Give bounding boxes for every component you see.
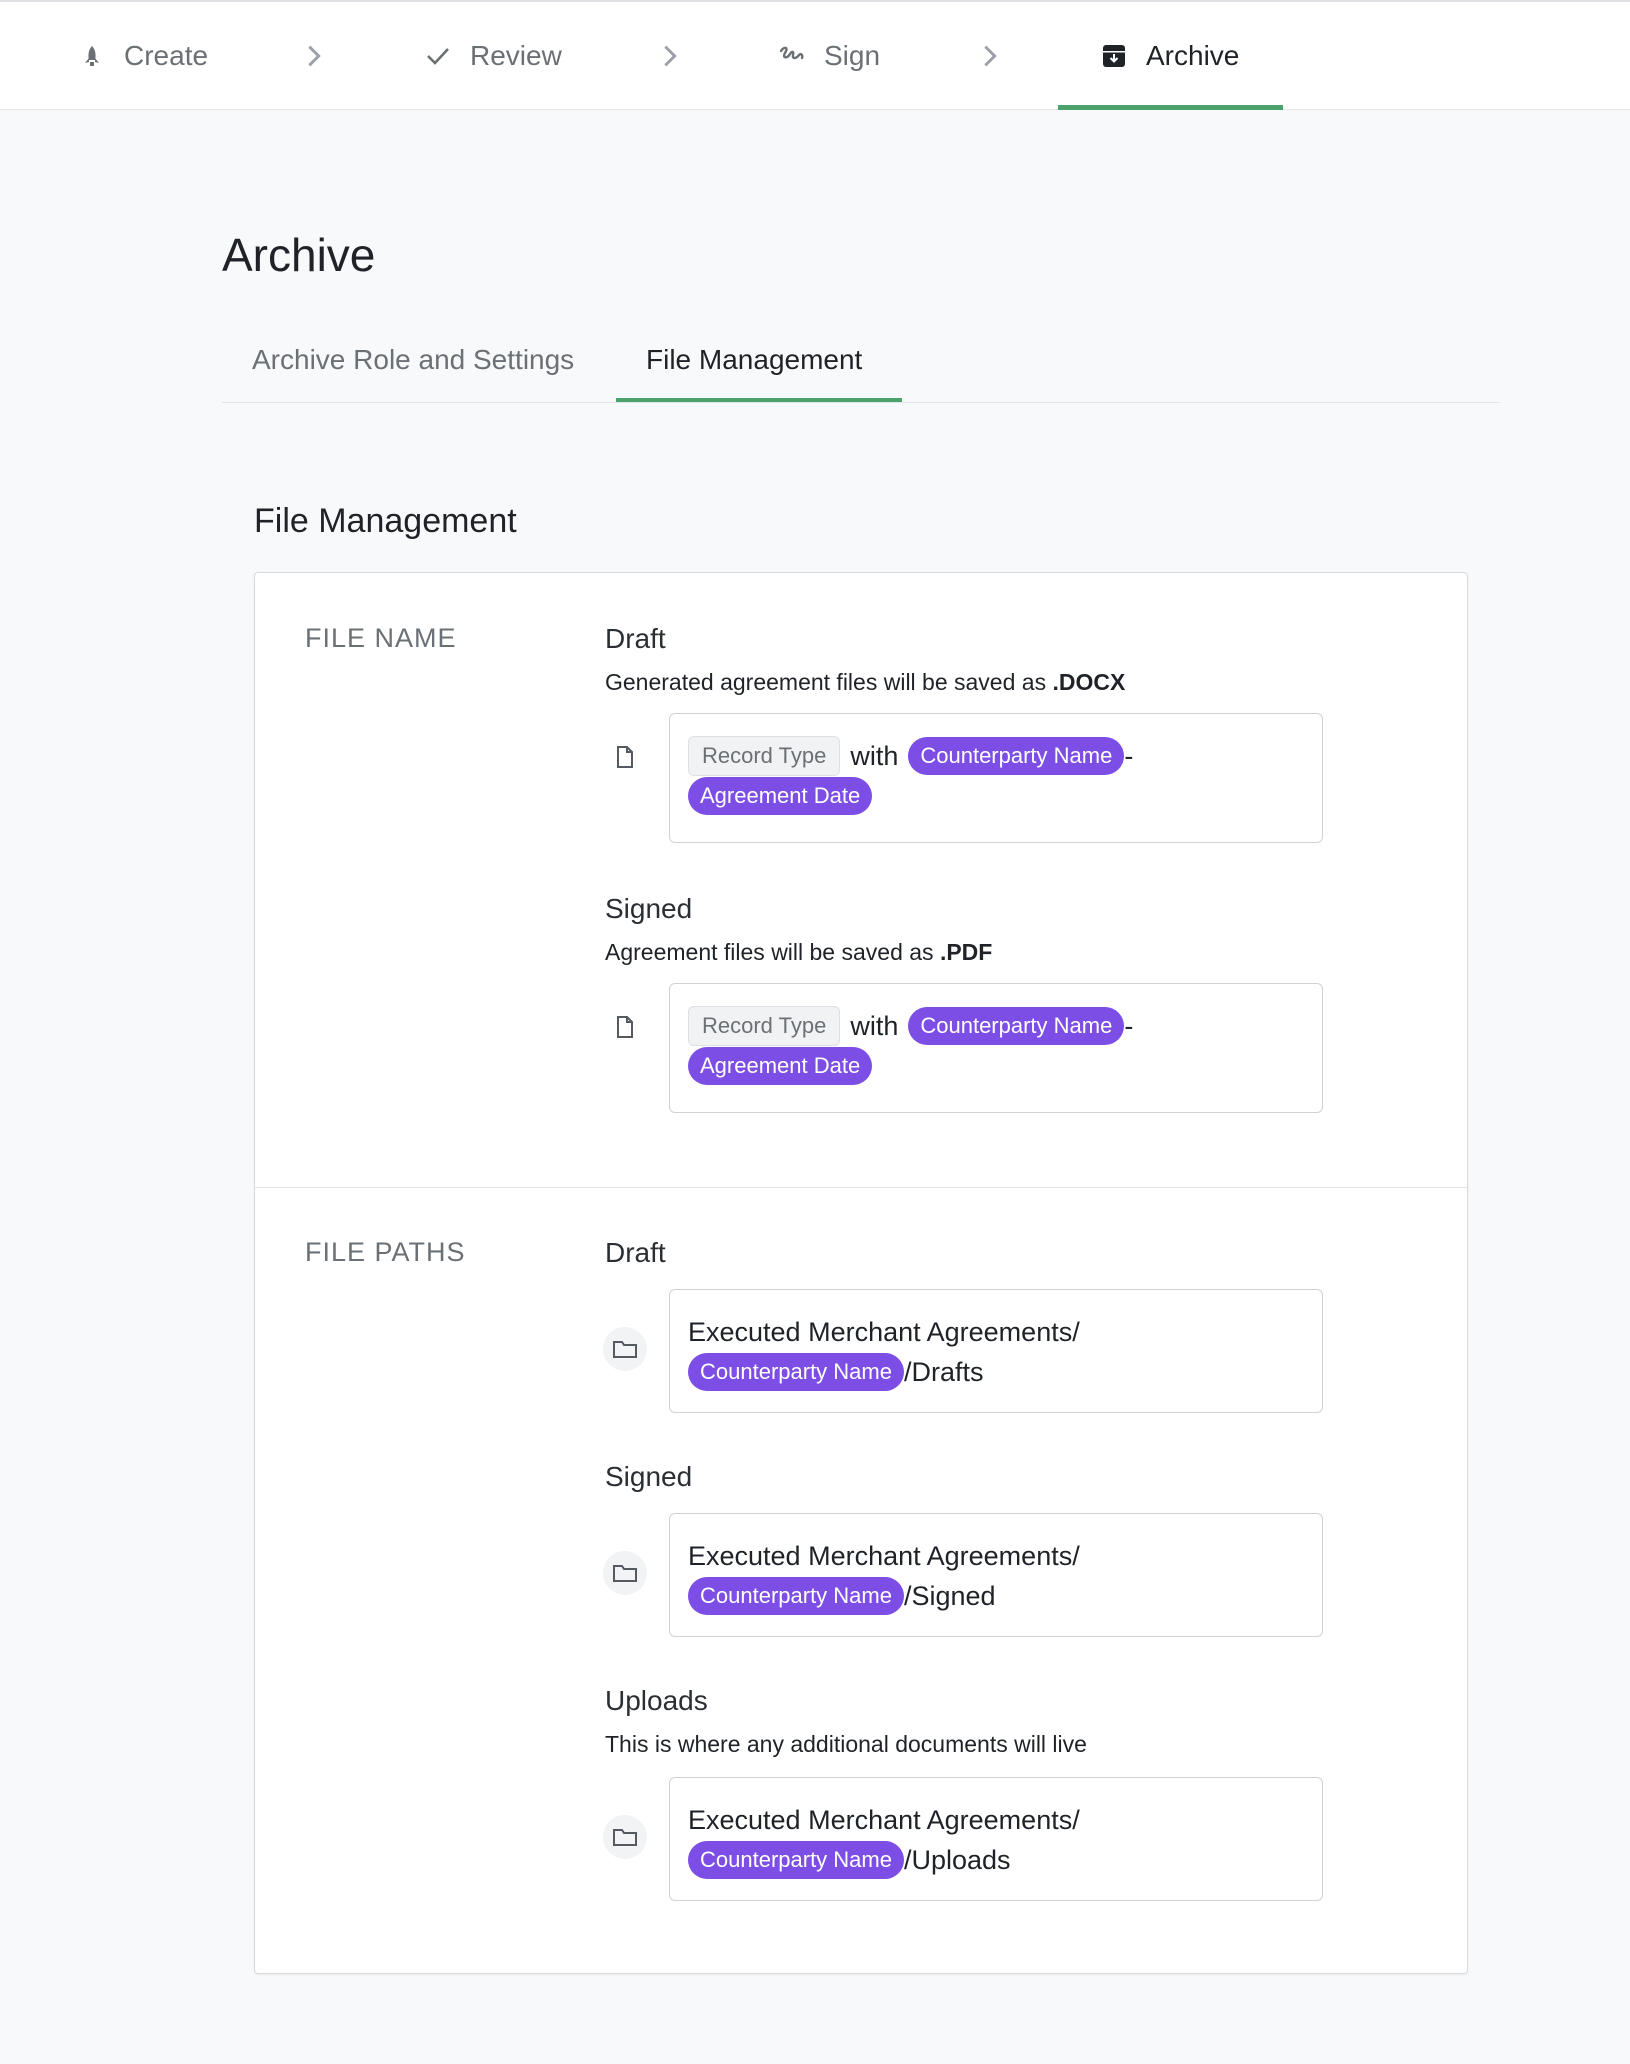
folder-icon (603, 1551, 647, 1595)
with-text: with (850, 740, 899, 771)
file-management-card: FILE NAME Draft Generated agreement file… (254, 572, 1468, 1974)
file-icon (603, 1005, 647, 1049)
step-create[interactable]: Create (76, 2, 208, 110)
path-line: Executed Merchant Agreements/ (688, 1536, 1304, 1576)
tab-archive-role-settings[interactable]: Archive Role and Settings (252, 340, 574, 402)
section-title: File Management (254, 502, 517, 540)
step-navigation: Create Review Sign Archive (0, 0, 1630, 110)
file-name-group-label: FILE NAME (305, 623, 457, 653)
folder-icon (603, 1815, 647, 1859)
folder-icon (603, 1327, 647, 1371)
path-line: Counterparty Name /Drafts (688, 1352, 1304, 1392)
record-type-token[interactable]: Record Type (688, 736, 841, 776)
draft-path-pattern[interactable]: Executed Merchant Agreements/ Counterpar… (669, 1289, 1323, 1413)
active-tab-indicator (616, 398, 902, 402)
description-text: Generated agreement files will be saved … (605, 669, 1047, 695)
chevron-right-icon (308, 45, 321, 67)
counterparty-name-token[interactable]: Counterparty Name (908, 1007, 1125, 1045)
tab-file-management[interactable]: File Management (646, 340, 862, 402)
draft-path-title: Draft (605, 1237, 666, 1268)
signed-filename-pattern[interactable]: Record Type with Counterparty Name - Agr… (669, 983, 1323, 1113)
path-prefix: Executed Merchant Agreements/ (688, 1316, 1080, 1347)
description-text: Agreement files will be saved as (605, 939, 934, 965)
path-prefix: Executed Merchant Agreements/ (688, 1804, 1080, 1835)
counterparty-name-token[interactable]: Counterparty Name (688, 1841, 904, 1879)
path-line: Counterparty Name /Signed (688, 1576, 1304, 1616)
signed-path-pattern[interactable]: Executed Merchant Agreements/ Counterpar… (669, 1513, 1323, 1637)
file-extension: .DOCX (1052, 669, 1126, 695)
counterparty-name-token[interactable]: Counterparty Name (688, 1577, 904, 1615)
step-label: Review (470, 40, 562, 71)
step-label: Archive (1146, 40, 1240, 71)
path-line: Executed Merchant Agreements/ (688, 1312, 1304, 1352)
step-sign[interactable]: Sign (776, 2, 880, 110)
check-icon (422, 40, 454, 72)
file-icon (603, 735, 647, 779)
step-label: Sign (824, 40, 881, 71)
dash-separator: - (1124, 740, 1134, 771)
dash-separator: - (1124, 1010, 1134, 1041)
path-line: Executed Merchant Agreements/ (688, 1800, 1304, 1840)
path-suffix: /Drafts (903, 1356, 984, 1387)
signature-icon (776, 40, 808, 72)
step-review[interactable]: Review (422, 2, 562, 110)
draft-name-description: Generated agreement files will be saved … (605, 669, 1125, 696)
file-paths-group-label: FILE PATHS (305, 1237, 466, 1267)
signed-path-title: Signed (605, 1461, 693, 1492)
uploads-path-pattern[interactable]: Executed Merchant Agreements/ Counterpar… (669, 1777, 1323, 1901)
record-type-token[interactable]: Record Type (688, 1006, 841, 1046)
pattern-line: Record Type with Counterparty Name - (688, 1006, 1304, 1046)
pattern-line: Agreement Date (688, 776, 1304, 816)
pattern-line: Record Type with Counterparty Name - (688, 736, 1304, 776)
path-suffix: /Signed (903, 1580, 996, 1611)
chevron-right-icon (664, 45, 677, 67)
counterparty-name-token[interactable]: Counterparty Name (908, 737, 1125, 775)
draft-name-title: Draft (605, 623, 666, 654)
signed-name-description: Agreement files will be saved as .PDF (605, 939, 992, 966)
uploads-path-title: Uploads (605, 1685, 708, 1716)
with-text: with (850, 1010, 899, 1041)
file-extension: .PDF (939, 939, 993, 965)
step-archive[interactable]: Archive (1098, 2, 1239, 110)
path-line: Counterparty Name /Uploads (688, 1840, 1304, 1880)
step-label: Create (124, 40, 209, 71)
path-suffix: /Uploads (903, 1844, 1011, 1875)
rocket-icon (76, 40, 108, 72)
path-prefix: Executed Merchant Agreements/ (688, 1540, 1080, 1571)
uploads-path-description: This is where any additional documents w… (605, 1731, 1087, 1757)
counterparty-name-token[interactable]: Counterparty Name (688, 1353, 904, 1391)
archive-box-icon (1098, 40, 1130, 72)
chevron-right-icon (984, 45, 997, 67)
active-step-indicator (1058, 105, 1283, 110)
page-title: Archive (222, 229, 376, 281)
agreement-date-token[interactable]: Agreement Date (688, 777, 873, 815)
agreement-date-token[interactable]: Agreement Date (688, 1047, 873, 1085)
section-divider (255, 1187, 1467, 1188)
archive-subtabs: Archive Role and Settings File Managemen… (222, 340, 1500, 403)
signed-name-title: Signed (605, 893, 693, 924)
draft-filename-pattern[interactable]: Record Type with Counterparty Name - Agr… (669, 713, 1323, 843)
pattern-line: Agreement Date (688, 1046, 1304, 1086)
